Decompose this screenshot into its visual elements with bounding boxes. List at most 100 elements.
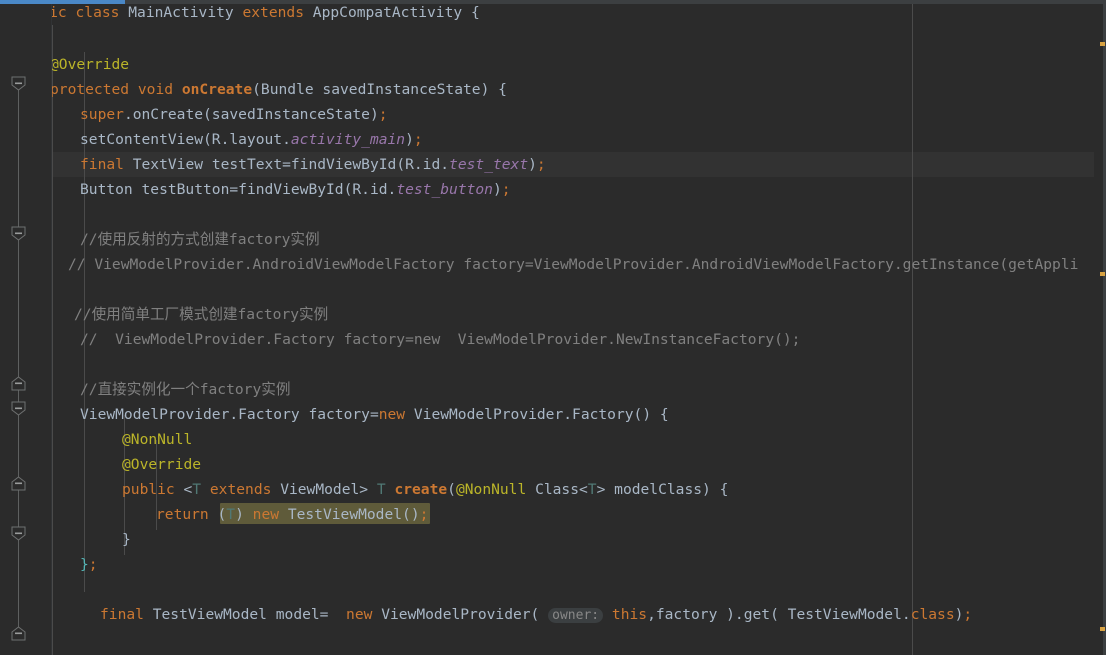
code-token: @Override (122, 456, 202, 473)
inline-parameter-hint: owner: (548, 608, 604, 623)
code-token: ; (536, 156, 546, 173)
code-token: ) (235, 506, 253, 523)
code-token: ( (208, 506, 227, 523)
code-token: final (80, 156, 124, 173)
fold-end-icon[interactable] (11, 476, 26, 491)
code-line[interactable]: return (T) new TestViewModel(); (0, 502, 428, 527)
code-line[interactable]: final TestViewModel model= new ViewModel… (0, 602, 972, 627)
progress-bar-track (0, 0, 1106, 4)
code-token: new (346, 606, 373, 623)
code-token: ,factory ).get( (647, 606, 788, 623)
code-token: AppCompatActivity (312, 4, 463, 21)
code-token: factory= (299, 406, 379, 423)
fold-start-icon[interactable] (11, 76, 26, 91)
code-token: . (901, 606, 911, 623)
code-token: ) { (702, 481, 729, 498)
code-token: savedInstanceState (313, 81, 481, 98)
code-token: testButton=findViewById(R.id. (132, 181, 397, 198)
indexing-progress-bar (0, 0, 125, 4)
code-token: ( (252, 81, 261, 98)
fold-start-icon[interactable] (11, 226, 26, 241)
code-token: ; (963, 606, 973, 623)
code-token: T (587, 481, 597, 498)
code-token: activity_main (290, 131, 406, 148)
code-line[interactable]: protected void onCreate(Bundle savedInst… (0, 77, 507, 102)
fold-start-icon[interactable] (11, 401, 26, 416)
right-margin-guide (912, 0, 913, 655)
code-token: TextView (132, 156, 204, 173)
code-token: new (252, 506, 280, 523)
code-line[interactable]: // ViewModelProvider.Factory factory=new… (0, 327, 800, 352)
code-token: < (579, 481, 588, 498)
code-token: ViewModelProvider.Factory (80, 406, 300, 423)
code-token: class (910, 606, 955, 623)
code-token: onCreate (181, 81, 253, 98)
code-token: T (226, 506, 236, 523)
code-token: MainActivity (128, 4, 234, 21)
code-line[interactable]: public <T extends ViewModel> T create(@N… (0, 477, 728, 502)
code-token: TestViewModel (787, 606, 902, 623)
code-token: Bundle (260, 81, 314, 98)
fold-start-icon[interactable] (11, 526, 26, 541)
code-editor[interactable]: public class MainActivity extends AppCom… (0, 0, 1106, 655)
code-token: //使用反射的方式创建factory实例 (80, 231, 320, 248)
code-token: this (611, 606, 648, 623)
code-token: > (359, 481, 377, 498)
code-token: ; (501, 181, 511, 198)
code-token: < (174, 481, 193, 498)
code-token: > modelClass (596, 481, 703, 498)
code-token: final (100, 606, 144, 623)
code-surface[interactable]: public class MainActivity extends AppCom… (0, 0, 1106, 655)
warning-marker[interactable] (1100, 42, 1105, 46)
code-token: TestViewModel() (279, 506, 420, 523)
code-token: new (378, 406, 406, 423)
editor-gutter[interactable] (0, 0, 52, 655)
code-token: extends (209, 481, 272, 498)
code-token: { (462, 4, 480, 21)
code-token: ; (419, 506, 429, 523)
code-token: create (394, 481, 448, 498)
code-token: extends (242, 4, 304, 21)
code-token: ; (413, 131, 423, 148)
fold-spine (18, 83, 19, 639)
code-token: ) (492, 181, 502, 198)
code-token: T (192, 481, 202, 498)
code-token: //使用简单工厂模式创建factory实例 (74, 306, 329, 323)
code-line[interactable]: // ViewModelProvider.AndroidViewModelFac… (0, 252, 1078, 277)
code-token: ViewModelProvider( (372, 606, 549, 623)
code-token: T (376, 481, 386, 498)
warning-marker[interactable] (1100, 627, 1105, 631)
code-token: ViewModelProvider.Factory() { (405, 406, 669, 423)
code-token: test_button (396, 181, 493, 198)
code-token: test_text (449, 156, 529, 173)
fold-end-icon[interactable] (11, 626, 26, 641)
code-token: // ViewModelProvider.AndroidViewModelFac… (68, 256, 1079, 273)
code-token: TestViewModel (152, 606, 267, 623)
gutter-border (51, 0, 52, 655)
code-token: } (80, 556, 89, 573)
code-token: ViewModel (280, 481, 360, 498)
fold-end-icon[interactable] (11, 376, 26, 391)
code-line[interactable]: setContentView(R.layout.activity_main); (0, 127, 423, 152)
code-line[interactable]: Button testButton=findViewById(R.id.test… (0, 177, 511, 202)
code-token: ; (88, 556, 98, 573)
code-token: Button (80, 181, 133, 198)
code-line[interactable]: super.onCreate(savedInstanceState); (0, 102, 388, 127)
code-token: setContentView(R.layout. (80, 131, 291, 148)
code-token: void (137, 81, 174, 98)
code-token: ( (447, 481, 456, 498)
warning-marker[interactable] (1100, 272, 1105, 276)
code-token: @NonNull (122, 431, 193, 448)
code-token: @NonNull (455, 481, 527, 498)
code-line[interactable]: final TextView testText=findViewById(R.i… (0, 152, 546, 177)
code-token: ; (378, 106, 388, 123)
code-line[interactable]: ViewModelProvider.Factory factory=new Vi… (0, 402, 669, 427)
